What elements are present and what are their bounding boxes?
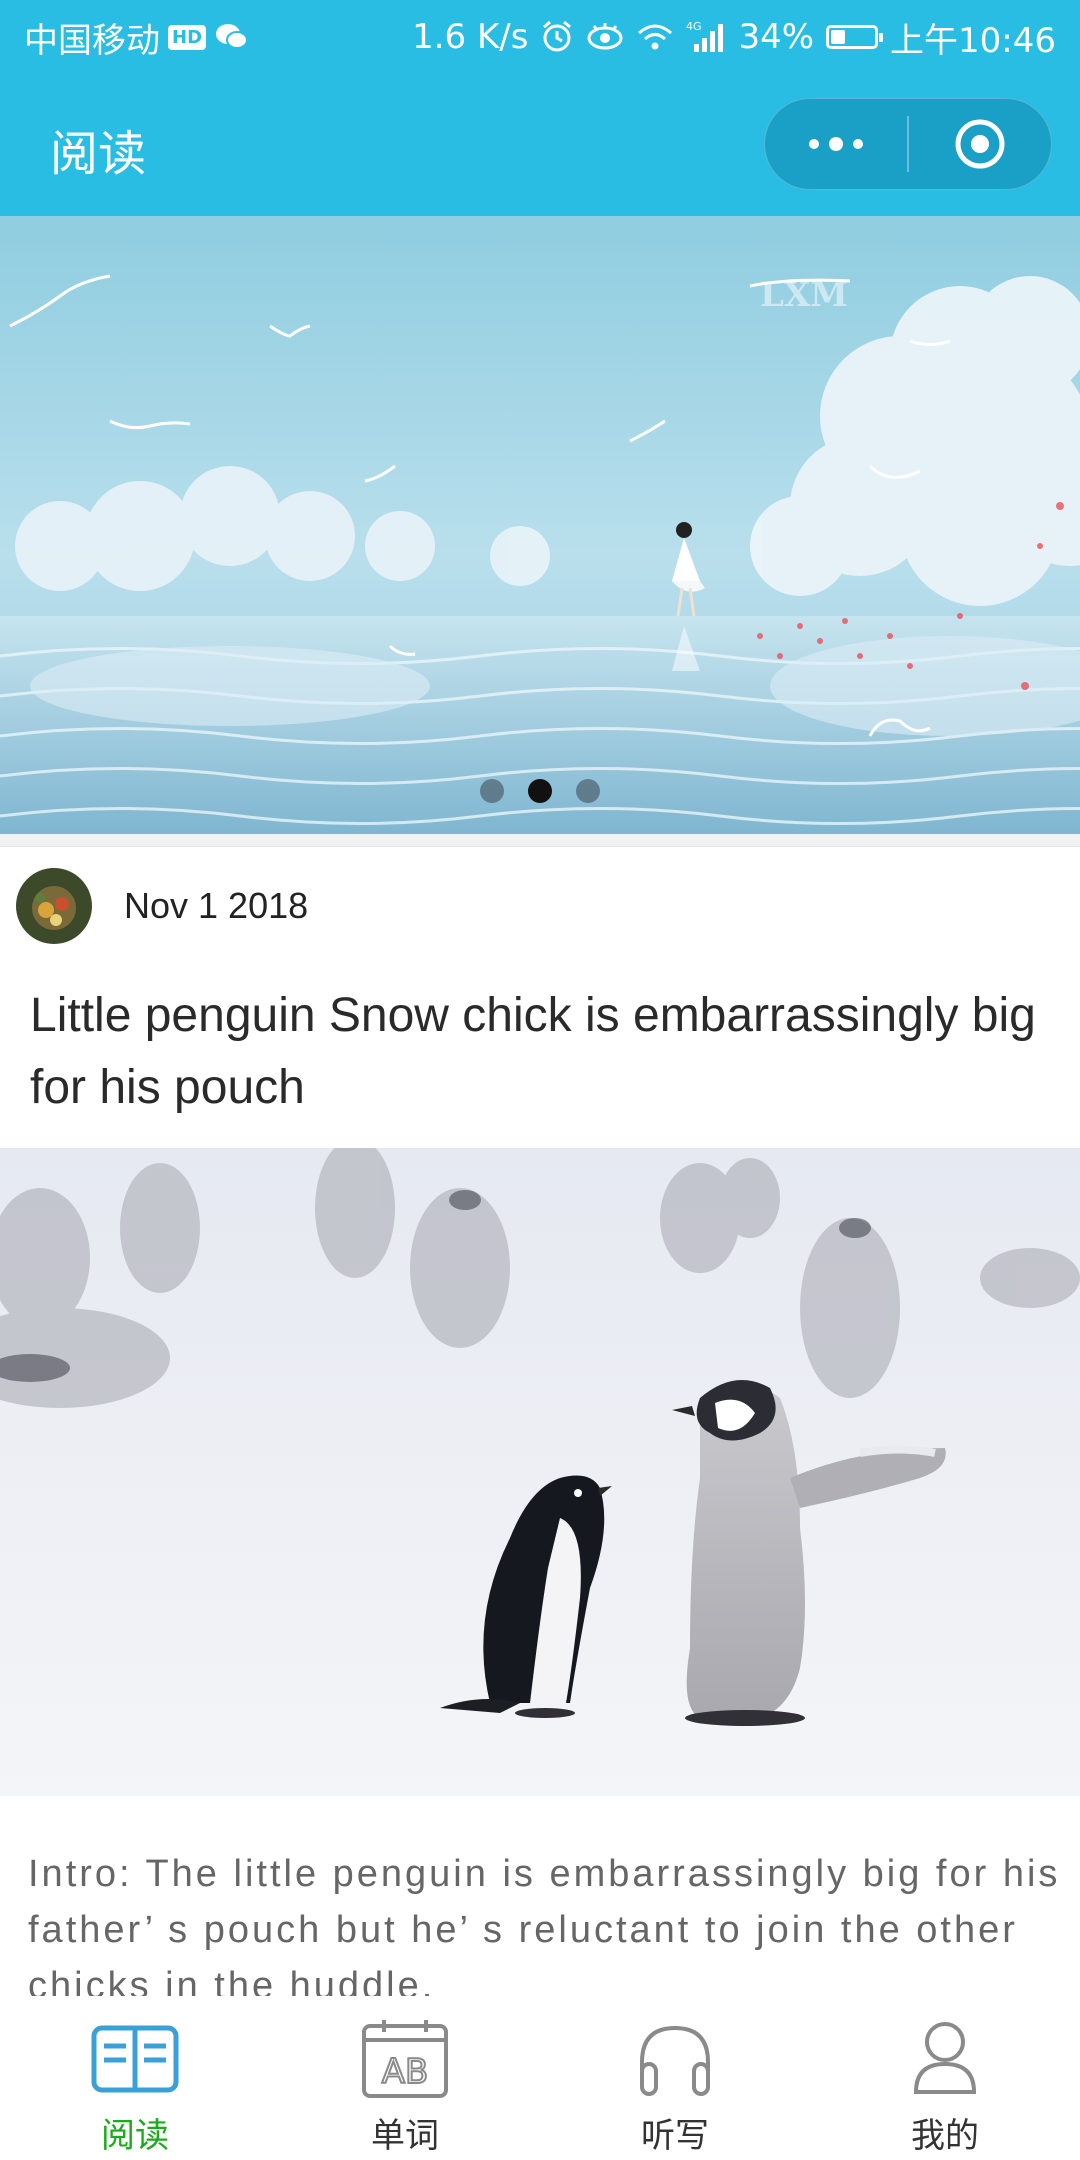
person-icon	[913, 2022, 977, 2094]
tab-bar: 阅读 AB 单词 听写 我的	[0, 1996, 1080, 2160]
wifi-icon	[636, 22, 674, 52]
alarm-icon	[540, 20, 574, 54]
carousel-dot[interactable]	[480, 779, 504, 803]
article-intro: Intro: The little penguin is embarrassin…	[28, 1853, 1061, 1996]
more-dots-icon	[809, 137, 863, 151]
carrier-label: 中国移动	[24, 20, 160, 61]
ab-calendar-icon: AB	[362, 2020, 448, 2098]
tab-dictation[interactable]: 听写	[540, 1996, 810, 2160]
hd-icon: HD	[168, 24, 207, 50]
clock: 上午10:46	[890, 20, 1056, 61]
carousel-dot-active[interactable]	[528, 779, 552, 803]
more-button[interactable]	[765, 99, 907, 189]
tab-profile[interactable]: 我的	[810, 1996, 1080, 2160]
banner-carousel[interactable]: LXM	[0, 216, 1080, 834]
close-button[interactable]	[909, 99, 1051, 189]
svg-text:AB: AB	[382, 2052, 429, 2092]
tab-label: 听写	[641, 2116, 709, 2156]
tab-words[interactable]: AB 单词	[270, 1996, 540, 2160]
page-title: 阅读	[50, 126, 147, 182]
wechat-icon	[214, 22, 249, 52]
book-icon	[91, 2025, 179, 2093]
target-close-icon	[955, 119, 1005, 169]
eye-icon	[586, 22, 624, 52]
carousel-indicator	[0, 779, 1080, 803]
signal-icon: 4G	[686, 20, 726, 54]
network-type-label: 4G	[686, 20, 702, 33]
battery-icon	[826, 25, 884, 49]
tab-label: 我的	[911, 2116, 979, 2156]
carousel-dot[interactable]	[576, 779, 600, 803]
author-avatar[interactable]	[16, 868, 92, 944]
capsule-menu	[764, 98, 1052, 190]
section-divider	[0, 834, 1080, 847]
article-title[interactable]: Little penguin Snow chick is embarrassin…	[30, 980, 1050, 1124]
network-speed: 1.6 K/s	[412, 17, 529, 57]
article-date: Nov 1 2018	[124, 885, 309, 926]
tab-label: 阅读	[101, 2116, 169, 2156]
tab-reading[interactable]: 阅读	[0, 1996, 270, 2160]
status-bar: 中国移动 HD 1.6 K/s 4G 34% 上午10:46	[0, 0, 1080, 74]
banner-image: LXM	[0, 216, 1080, 834]
headphones-icon	[640, 2025, 710, 2096]
article-cover-image[interactable]	[0, 1148, 1080, 1796]
mini-program-screen: 中国移动 HD 1.6 K/s 4G 34% 上午10:46 阅读 LXM No…	[0, 0, 1080, 2160]
navigation-bar: 阅读	[0, 74, 1080, 216]
battery-percent: 34%	[738, 17, 815, 57]
battery-level	[831, 30, 846, 44]
banner-watermark: LXM	[760, 275, 848, 315]
tab-label: 单词	[371, 2116, 439, 2156]
